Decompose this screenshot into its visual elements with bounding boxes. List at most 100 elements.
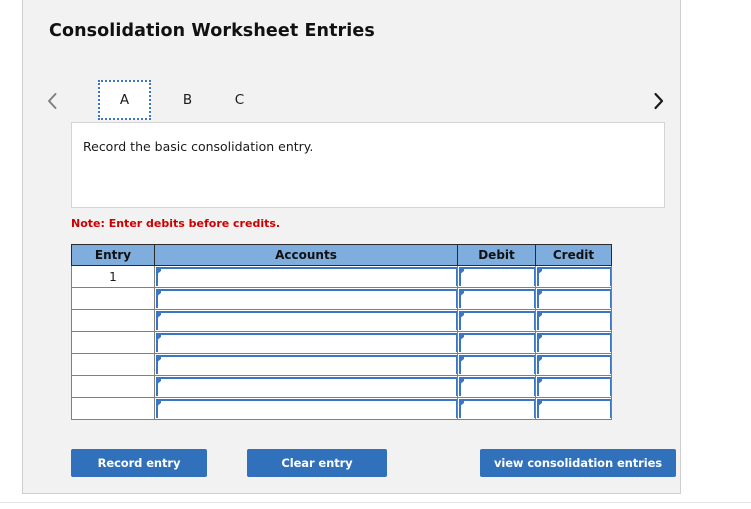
debit-input-cell[interactable] [457, 375, 536, 398]
credit-input-cell[interactable] [535, 375, 612, 398]
dropdown-marker-icon [156, 333, 161, 341]
tab-b[interactable]: B [161, 80, 214, 120]
accounts-input-cell[interactable] [154, 353, 458, 376]
credit-input[interactable] [537, 311, 611, 330]
accounts-input-cell[interactable] [154, 265, 458, 288]
tab-a[interactable]: A [98, 80, 151, 120]
dropdown-marker-icon [156, 289, 161, 297]
column-header-credit: Credit [535, 244, 612, 266]
debit-input-cell[interactable] [457, 287, 536, 310]
accounts-input-cell[interactable] [154, 287, 458, 310]
dropdown-marker-icon [156, 377, 161, 385]
entry-number-cell [71, 331, 155, 354]
table-row [71, 353, 612, 376]
accounts-input[interactable] [156, 399, 457, 418]
dropdown-marker-icon [156, 267, 161, 275]
credit-input[interactable] [537, 333, 611, 352]
dropdown-marker-icon [459, 377, 464, 385]
accounts-input-cell[interactable] [154, 331, 458, 354]
column-header-accounts: Accounts [154, 244, 458, 266]
accounts-input[interactable] [156, 289, 457, 308]
dropdown-marker-icon [537, 355, 542, 363]
debit-input-cell[interactable] [457, 353, 536, 376]
accounts-input[interactable] [156, 333, 457, 352]
debit-input-cell[interactable] [457, 331, 536, 354]
debit-input[interactable] [459, 355, 535, 374]
dropdown-marker-icon [156, 311, 161, 319]
entry-number-cell [71, 397, 155, 420]
dropdown-marker-icon [537, 311, 542, 319]
debit-input-cell[interactable] [457, 265, 536, 288]
page-title: Consolidation Worksheet Entries [49, 21, 375, 41]
tab-b-label: B [182, 92, 193, 108]
table-row [71, 397, 612, 420]
accounts-input[interactable] [156, 267, 457, 286]
dropdown-marker-icon [459, 399, 464, 407]
credit-input-cell[interactable] [535, 287, 612, 310]
credit-input-cell[interactable] [535, 309, 612, 332]
chevron-left-icon[interactable] [41, 86, 63, 116]
table-row [71, 331, 612, 354]
chevron-right-icon[interactable] [647, 86, 669, 116]
dropdown-marker-icon [459, 289, 464, 297]
credit-input-cell[interactable] [535, 353, 612, 376]
credit-input[interactable] [537, 399, 611, 418]
debit-input[interactable] [459, 289, 535, 308]
note-text: Note: Enter debits before credits. [71, 217, 281, 230]
table-row [71, 309, 612, 332]
credit-input[interactable] [537, 267, 611, 286]
consolidation-worksheet-card: Consolidation Worksheet Entries A B C Re… [22, 0, 681, 494]
clear-entry-button[interactable]: Clear entry [247, 449, 387, 477]
dropdown-marker-icon [537, 377, 542, 385]
column-header-debit: Debit [457, 244, 536, 266]
debit-input-cell[interactable] [457, 309, 536, 332]
table-row [71, 287, 612, 310]
dropdown-marker-icon [537, 289, 542, 297]
accounts-input[interactable] [156, 377, 457, 396]
table-header-row: Entry Accounts Debit Credit [71, 244, 612, 266]
tab-a-label: A [119, 92, 130, 108]
entry-number-cell: 1 [71, 265, 155, 288]
credit-input-cell[interactable] [535, 397, 612, 420]
journal-entry-table: Entry Accounts Debit Credit 1 [71, 244, 612, 420]
table-row: 1 [71, 265, 612, 288]
tab-c[interactable]: C [213, 80, 266, 120]
dropdown-marker-icon [156, 399, 161, 407]
record-entry-button[interactable]: Record entry [71, 449, 207, 477]
entry-number-cell [71, 287, 155, 310]
dropdown-marker-icon [459, 333, 464, 341]
accounts-input-cell[interactable] [154, 375, 458, 398]
entry-number-cell [71, 375, 155, 398]
dropdown-marker-icon [537, 333, 542, 341]
accounts-input[interactable] [156, 311, 457, 330]
credit-input-cell[interactable] [535, 331, 612, 354]
page-divider [0, 502, 751, 503]
accounts-input-cell[interactable] [154, 309, 458, 332]
credit-input[interactable] [537, 289, 611, 308]
dropdown-marker-icon [459, 355, 464, 363]
accounts-input[interactable] [156, 355, 457, 374]
credit-input[interactable] [537, 377, 611, 396]
instruction-panel: Record the basic consolidation entry. [71, 122, 665, 208]
entry-tab-strip: A B C [41, 80, 669, 122]
dropdown-marker-icon [459, 311, 464, 319]
entry-number-cell [71, 353, 155, 376]
dropdown-marker-icon [459, 267, 464, 275]
debit-input[interactable] [459, 333, 535, 352]
entry-number-cell [71, 309, 155, 332]
column-header-entry: Entry [71, 244, 155, 266]
journal-table-body: 1 [71, 265, 612, 420]
debit-input[interactable] [459, 311, 535, 330]
view-consolidation-entries-button[interactable]: view consolidation entries [480, 449, 676, 477]
debit-input[interactable] [459, 267, 535, 286]
dropdown-marker-icon [537, 399, 542, 407]
credit-input-cell[interactable] [535, 265, 612, 288]
table-row [71, 375, 612, 398]
debit-input[interactable] [459, 399, 535, 418]
debit-input[interactable] [459, 377, 535, 396]
debit-input-cell[interactable] [457, 397, 536, 420]
dropdown-marker-icon [537, 267, 542, 275]
credit-input[interactable] [537, 355, 611, 374]
accounts-input-cell[interactable] [154, 397, 458, 420]
tab-c-label: C [234, 92, 245, 108]
